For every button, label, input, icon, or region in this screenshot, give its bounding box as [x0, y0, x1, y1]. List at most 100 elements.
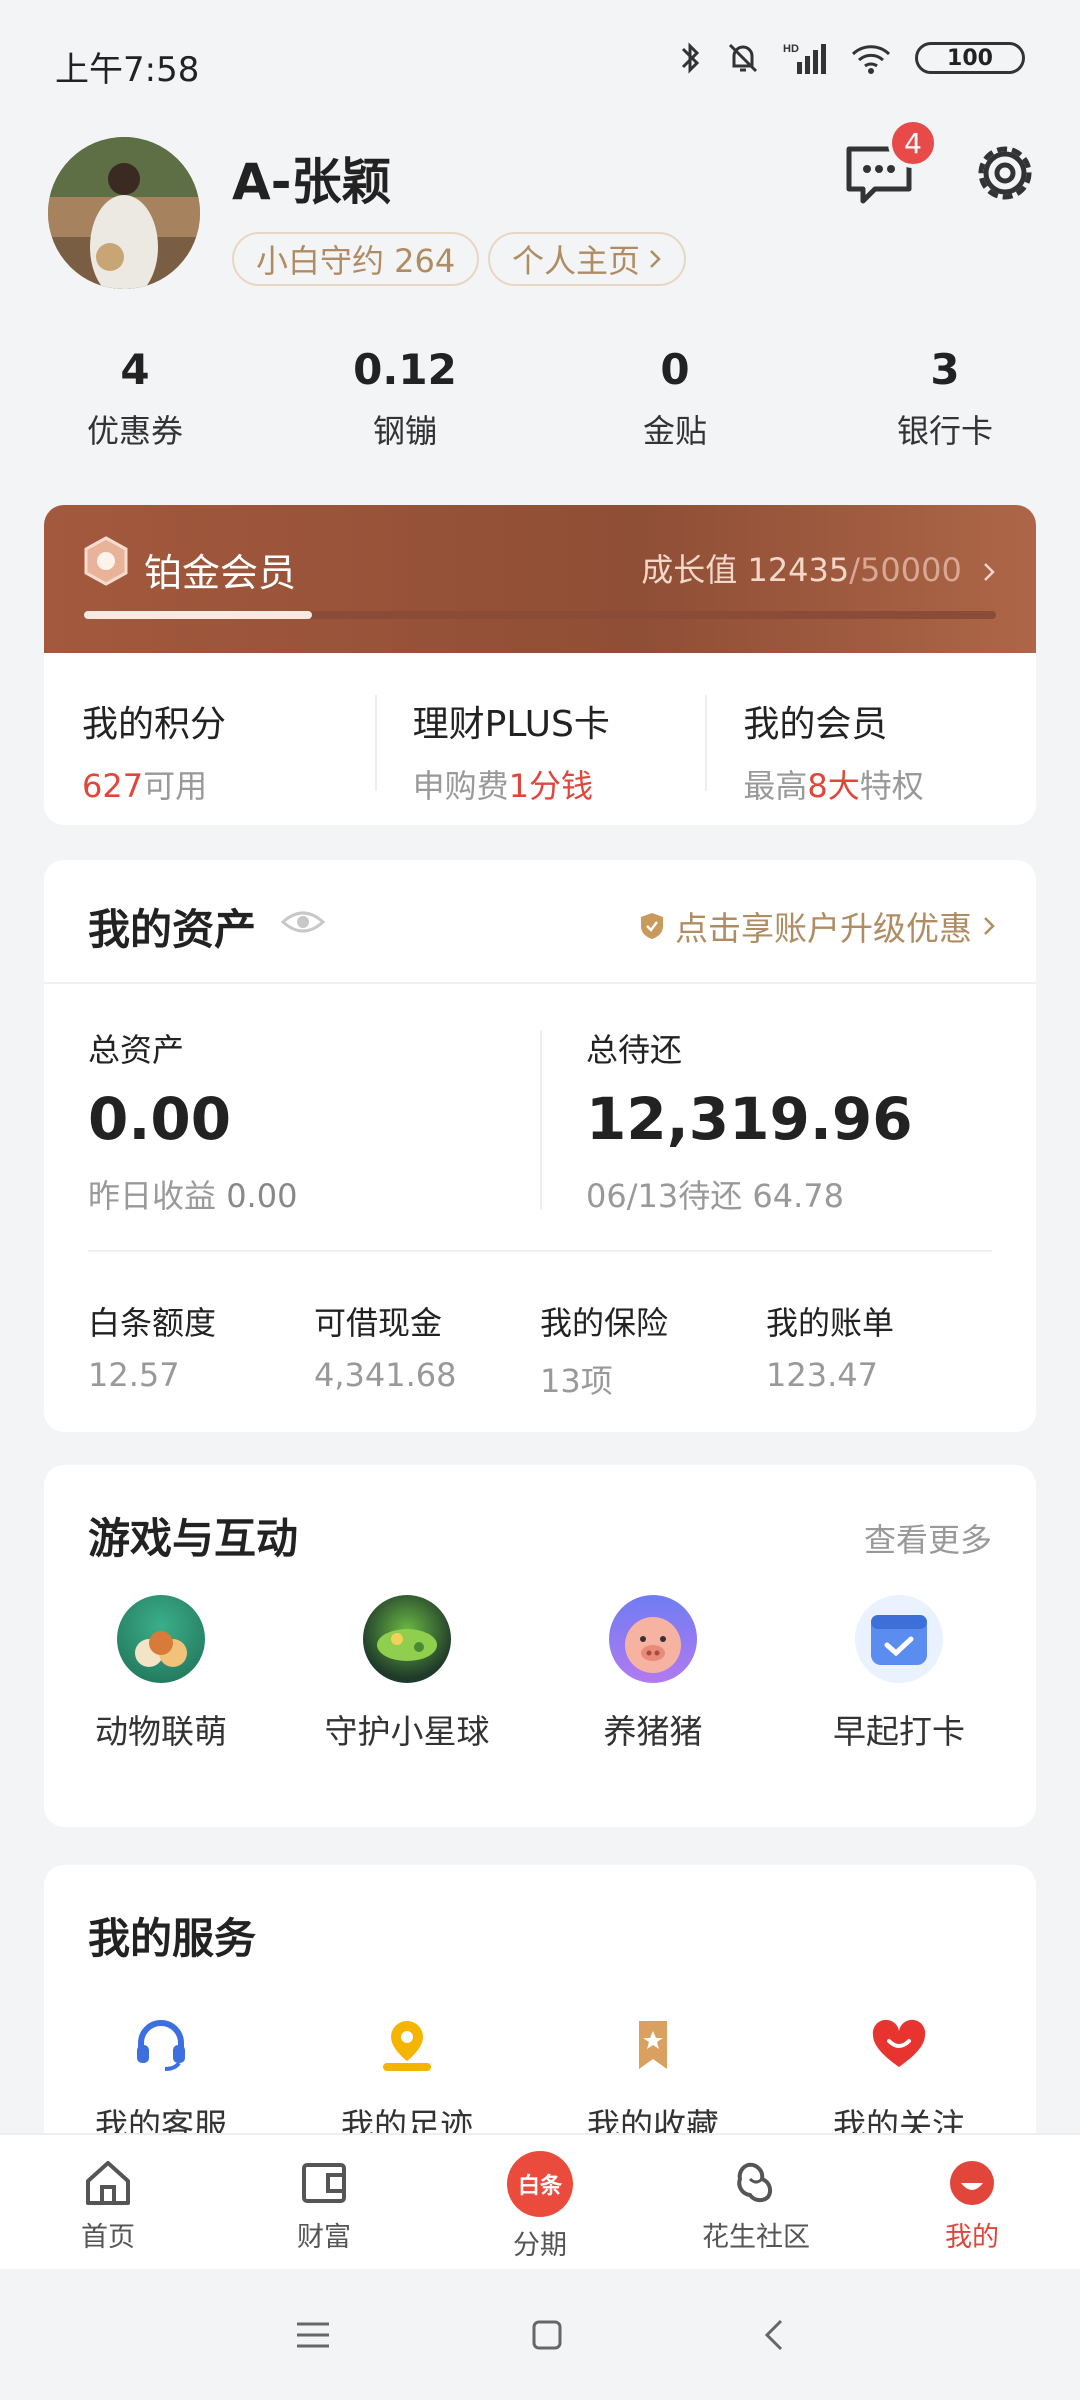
privilege-count: 8大: [807, 767, 860, 805]
planet-icon: [363, 1595, 451, 1683]
total-assets[interactable]: 总资产 0.00 昨日收益 0.00: [88, 1025, 297, 1217]
privilege-prefix: 最高: [743, 767, 808, 805]
growth-label: 成长值: [641, 551, 738, 589]
my-insurance[interactable]: 我的保险 13项: [540, 1298, 766, 1402]
user-name[interactable]: A-张颖: [232, 142, 391, 214]
my-membership[interactable]: 我的会员 最高8大特权: [705, 653, 1036, 825]
calendar-icon: [855, 1595, 943, 1683]
status-time: 上午7:58: [55, 50, 200, 90]
nav-label: 分期: [513, 2230, 567, 2261]
nav-label: 我的: [945, 2222, 999, 2253]
baitiao-badge-icon: 白条: [507, 2151, 573, 2217]
borrowable-cash[interactable]: 可借现金 4,341.68: [314, 1298, 540, 1394]
membership-card: 铂金会员 成长值 12435/50000 我的积分 627可用 理财PLUS卡 …: [44, 505, 1036, 825]
profile-homepage-pill[interactable]: 个人主页: [488, 232, 687, 286]
nav-installment[interactable]: 白条 分期: [432, 2135, 648, 2271]
upgrade-promo-link[interactable]: 点击享账户升级优惠: [639, 902, 996, 950]
next-due-note: 06/13待还 64.78: [586, 1177, 845, 1215]
stat-coupons[interactable]: 4 优惠券: [0, 345, 270, 452]
subscription-fee-label: 申购费: [412, 767, 509, 805]
points-available-label: 可用: [143, 767, 208, 805]
game-early-checkin[interactable]: 早起打卡: [784, 1595, 1014, 1753]
nav-mine[interactable]: 我的: [864, 2135, 1080, 2271]
nav-wealth[interactable]: 财富: [216, 2135, 432, 2271]
game-label: 养猪猪: [603, 1712, 703, 1751]
stat-bank-cards[interactable]: 3 银行卡: [810, 345, 1080, 452]
svg-text:HD: HD: [783, 43, 799, 55]
upgrade-promo-text: 点击享账户升级优惠: [675, 909, 972, 948]
stat-label: 优惠券: [86, 412, 183, 450]
bell-muted-icon: [728, 43, 758, 73]
settings-button[interactable]: [970, 138, 1040, 212]
yesterday-earnings-label: 昨日收益: [88, 1177, 217, 1215]
assets-title: 我的资产: [88, 905, 257, 954]
message-count-badge: 4: [888, 118, 938, 168]
asset-item-label: 我的保险: [540, 1304, 669, 1342]
stat-gold-subsidy[interactable]: 0 金贴: [540, 345, 810, 452]
eye-icon: [280, 911, 326, 933]
bluetooth-icon: [681, 42, 700, 74]
game-guard-planet[interactable]: 守护小星球: [292, 1595, 522, 1753]
baitiao-credit[interactable]: 白条额度 12.57: [88, 1298, 314, 1394]
chevron-right-icon: [984, 563, 995, 581]
service-footprint[interactable]: 我的足迹: [292, 2017, 522, 2147]
asset-item-label: 我的账单: [766, 1304, 895, 1342]
heart-icon: [872, 2019, 926, 2067]
credit-score-pill[interactable]: 小白守约 264: [232, 232, 480, 286]
eye-toggle-button[interactable]: [280, 906, 326, 942]
credit-score-label: 小白守约 264: [256, 242, 456, 280]
service-favorites[interactable]: 我的收藏: [538, 2017, 768, 2147]
finance-plus-card[interactable]: 理财PLUS卡 申购费1分钱: [374, 653, 706, 825]
service-following[interactable]: 我的关注: [784, 2017, 1014, 2147]
games-card: 游戏与互动 查看更多 动物联萌 守护小星球 养猪猪 早起打卡: [44, 1465, 1036, 1827]
wallet-icon: [302, 2163, 346, 2203]
location-pin-icon: [383, 2021, 431, 2071]
my-membership-title: 我的会员: [743, 704, 888, 745]
stat-label: 金贴: [642, 412, 707, 450]
account-stats: 4 优惠券 0.12 钢镚 0 金贴 3 银行卡: [0, 345, 1080, 452]
nav-label: 花生社区: [702, 2222, 810, 2253]
animal-alliance-icon: [117, 1595, 205, 1683]
total-assets-label: 总资产: [88, 1031, 185, 1069]
nav-home[interactable]: 首页: [0, 2135, 216, 2271]
asset-item-value: 123.47: [766, 1356, 878, 1394]
growth-value[interactable]: 成长值 12435/50000: [641, 545, 996, 591]
status-icons: HD 100: [679, 40, 1025, 76]
bottom-nav: 首页 财富 白条 分期 花生社区 我的: [0, 2133, 1080, 2271]
shield-icon: [641, 913, 663, 939]
wifi-icon: [851, 45, 891, 74]
my-points[interactable]: 我的积分 627可用: [44, 653, 375, 825]
my-bills[interactable]: 我的账单 123.47: [766, 1298, 992, 1394]
divider: [44, 982, 1036, 984]
game-animal-alliance[interactable]: 动物联萌: [46, 1595, 276, 1753]
nav-label: 财富: [297, 2222, 351, 2253]
services-card: 我的服务 我的客服 我的足迹 我的收藏 我的关注: [44, 1865, 1036, 2165]
menu-icon[interactable]: [295, 2320, 331, 2350]
asset-item-value: 4,341.68: [314, 1356, 457, 1394]
stat-value: 0: [660, 345, 690, 394]
total-assets-value: 0.00: [88, 1085, 232, 1153]
total-due[interactable]: 总待还 12,319.96 06/13待还 64.78: [586, 1025, 913, 1217]
game-raise-pig[interactable]: 养猪猪: [538, 1595, 768, 1753]
home-icon: [86, 2161, 130, 2205]
nav-label: 首页: [81, 2222, 135, 2253]
asset-item-label: 可借现金: [314, 1304, 443, 1342]
stat-label: 钢镚: [372, 412, 437, 450]
stat-coins[interactable]: 0.12 钢镚: [270, 345, 540, 452]
peanut-icon: [737, 2162, 772, 2203]
home-square-icon[interactable]: [531, 2319, 563, 2351]
chevron-right-icon: [650, 250, 661, 268]
nav-community[interactable]: 花生社区: [648, 2135, 864, 2271]
asset-item-value: 12.57: [88, 1356, 180, 1394]
stat-label: 银行卡: [896, 412, 993, 450]
headset-icon: [137, 2020, 185, 2071]
avatar[interactable]: [48, 137, 200, 289]
see-more-link[interactable]: 查看更多: [864, 1515, 992, 1561]
assets-card: 我的资产 点击享账户升级优惠 总资产 0.00 昨日收益 0.00 总待还 12…: [44, 860, 1036, 1432]
total-due-value: 12,319.96: [586, 1085, 913, 1153]
finance-plus-title: 理财PLUS卡: [412, 704, 610, 745]
asset-item-label: 白条额度: [88, 1304, 217, 1342]
battery-indicator: 100: [915, 42, 1025, 74]
service-customer-support[interactable]: 我的客服: [46, 2017, 276, 2147]
back-icon[interactable]: [763, 2318, 785, 2352]
